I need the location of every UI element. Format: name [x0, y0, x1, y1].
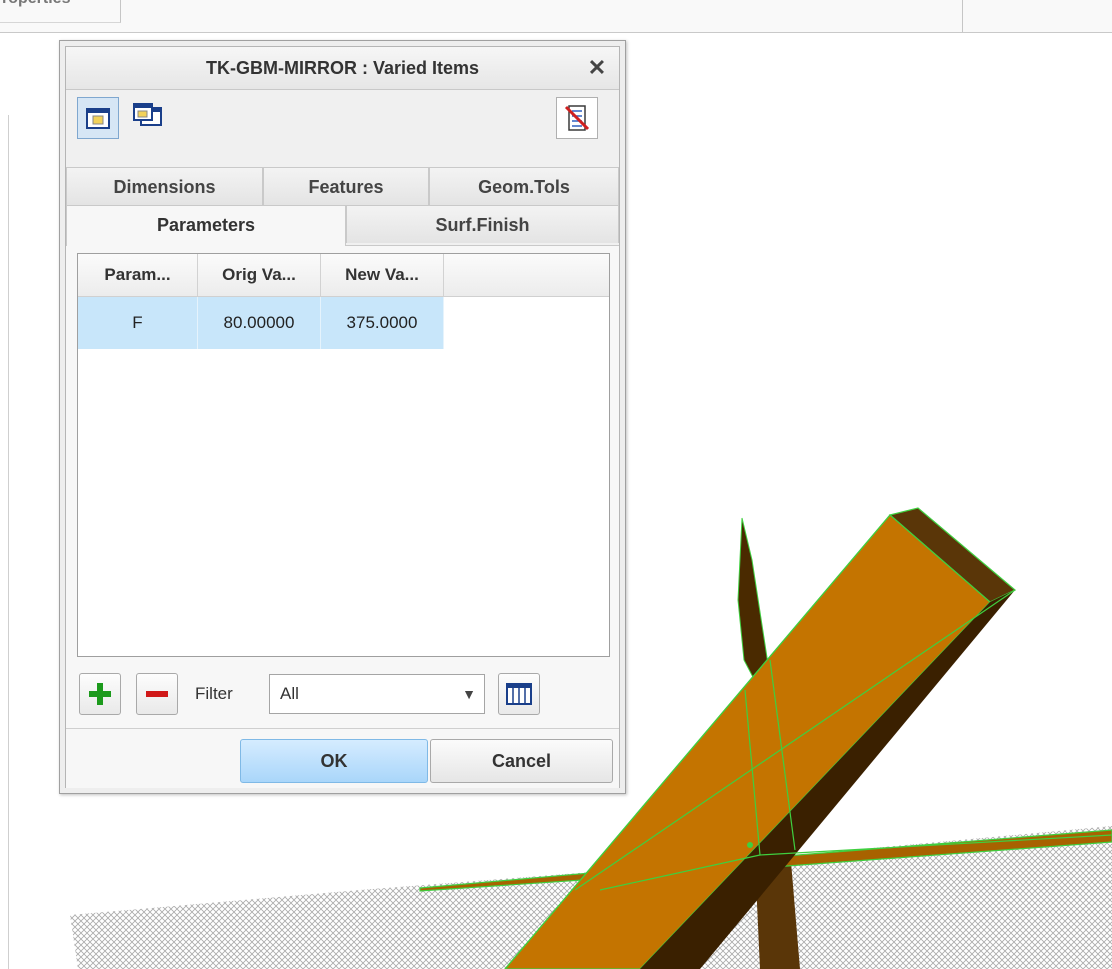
minus-icon [146, 691, 168, 697]
column-param[interactable]: Param... [78, 254, 198, 296]
column-orig-value[interactable]: Orig Va... [198, 254, 321, 296]
tab-geom-tols[interactable]: Geom.Tols [429, 167, 619, 205]
cell-param[interactable]: F [78, 297, 198, 349]
tab-dimensions[interactable]: Dimensions [66, 167, 263, 205]
add-item-button[interactable] [79, 673, 121, 715]
dialog-titlebar[interactable]: TK-GBM-MIRROR : Varied Items ✕ [66, 47, 619, 90]
window-multiple-icon[interactable] [126, 97, 168, 139]
parameters-table: Param... Orig Va... New Va... F 80.00000… [77, 253, 610, 657]
table-columns-button[interactable] [498, 673, 540, 715]
cancel-button[interactable]: Cancel [430, 739, 613, 783]
filter-label: Filter [195, 684, 233, 703]
parameters-panel: Param... Orig Va... New Va... F 80.00000… [66, 245, 619, 788]
filter-select[interactable]: All ▼ [269, 674, 485, 714]
table-columns-icon [506, 683, 532, 705]
remove-item-button[interactable] [136, 673, 178, 715]
dialog-title: TK-GBM-MIRROR : Varied Items [205, 58, 480, 78]
clear-selection-icon[interactable] [556, 97, 598, 139]
window-single-icon[interactable] [77, 97, 119, 139]
varied-items-dialog: TK-GBM-MIRROR : Varied Items ✕ Dimension… [59, 40, 626, 794]
tab-surf-finish[interactable]: Surf.Finish [346, 205, 619, 243]
table-header: Param... Orig Va... New Va... [78, 254, 609, 297]
table-row[interactable]: F 80.00000 375.0000 [78, 297, 444, 349]
column-new-value[interactable]: New Va... [321, 254, 444, 296]
dialog-separator [66, 728, 619, 729]
cell-orig-value[interactable]: 80.00000 [198, 297, 321, 349]
tab-features[interactable]: Features [263, 167, 429, 205]
tab-parameters[interactable]: Parameters [66, 205, 346, 246]
filter-value: All [280, 684, 299, 703]
close-icon[interactable]: ✕ [585, 47, 609, 89]
plus-icon [89, 683, 111, 705]
chevron-down-icon: ▼ [462, 686, 476, 702]
datum-point [747, 842, 753, 848]
dialog-body: TK-GBM-MIRROR : Varied Items ✕ Dimension… [65, 46, 620, 788]
cell-new-value[interactable]: 375.0000 [321, 297, 444, 349]
ok-button[interactable]: OK [240, 739, 428, 783]
